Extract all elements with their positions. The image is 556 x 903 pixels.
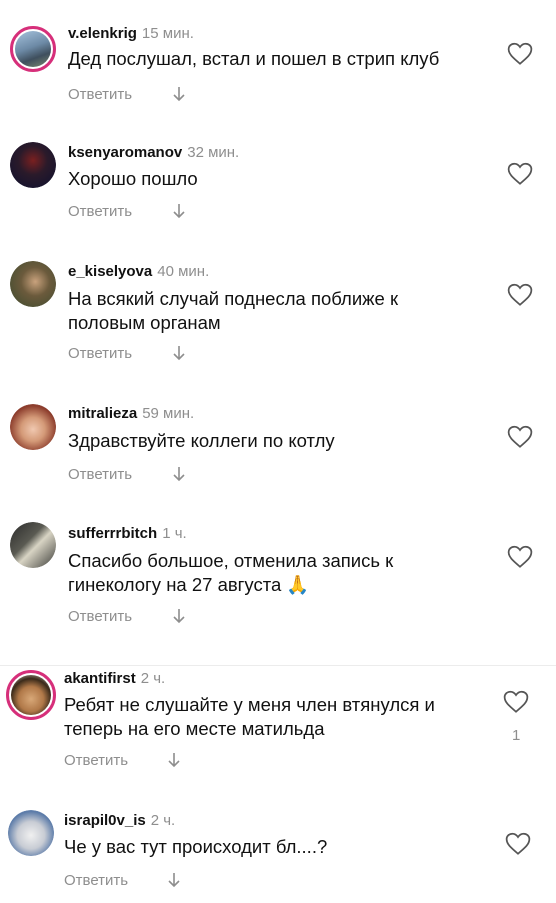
username[interactable]: israpil0v_is (64, 812, 146, 829)
avatar-room-icon[interactable] (10, 522, 56, 568)
arrow-down-icon[interactable] (172, 202, 186, 220)
comment-text: Спасибо большое, отменила запись к гинек… (68, 550, 394, 595)
comment-meta: mitralieza 59 мин. (68, 405, 194, 422)
section-divider (0, 665, 556, 666)
comment-text: Ребят не слушайте у меня член втянулся и… (64, 694, 435, 739)
avatar-person-icon[interactable] (10, 261, 56, 307)
heart-outline-icon[interactable] (507, 545, 533, 569)
avatar-landscape-icon[interactable] (10, 26, 56, 72)
comment-meta: akantifirst 2 ч. (64, 670, 165, 687)
comment-text: Че у вас тут происходит бл....? (64, 836, 328, 857)
username[interactable]: ksenyaromanov (68, 144, 182, 161)
arrow-down-icon[interactable] (172, 85, 186, 103)
comment-meta: e_kiselyova 40 мин. (68, 263, 209, 280)
avatar-car-icon[interactable] (8, 810, 54, 856)
comment-text: Здравствуйте коллеги по котлу (68, 430, 335, 451)
timestamp: 2 ч. (140, 670, 166, 687)
arrow-down-icon[interactable] (172, 344, 186, 362)
timestamp: 15 мин. (141, 25, 194, 42)
comment-text: На всякий случай поднесла поближе к поло… (68, 288, 399, 333)
arrow-down-icon[interactable] (167, 751, 181, 769)
username[interactable]: akantifirst (64, 670, 136, 687)
comment-text: Хорошо пошло (68, 168, 198, 189)
username[interactable]: sufferrrbitch (68, 525, 157, 542)
reply-button[interactable]: Ответить (68, 203, 132, 220)
reply-button[interactable]: Ответить (68, 466, 132, 483)
timestamp: 59 мин. (142, 405, 195, 422)
like-count: 1 (512, 727, 521, 744)
reply-button[interactable]: Ответить (64, 752, 128, 769)
timestamp: 32 мин. (187, 144, 240, 161)
comment-meta: israpil0v_is 2 ч. (64, 812, 175, 829)
timestamp: 1 ч. (162, 525, 187, 542)
avatar-girl-icon[interactable] (10, 404, 56, 450)
comment-meta: sufferrrbitch 1 ч. (68, 525, 187, 542)
heart-outline-icon[interactable] (507, 425, 533, 449)
comment-meta: ksenyaromanov 32 мин. (68, 144, 239, 161)
avatar-sunglasses-icon[interactable] (6, 670, 56, 720)
heart-outline-icon[interactable] (507, 42, 533, 66)
username[interactable]: e_kiselyova (68, 263, 152, 280)
reply-button[interactable]: Ответить (68, 345, 132, 362)
heart-outline-icon[interactable] (507, 162, 533, 186)
timestamp: 2 ч. (150, 812, 176, 829)
arrow-down-icon[interactable] (167, 871, 181, 889)
username[interactable]: mitralieza (68, 405, 137, 422)
heart-outline-icon[interactable] (507, 283, 533, 307)
arrow-down-icon[interactable] (172, 465, 186, 483)
comment-text: Дед послушал, встал и пошел в стрип клуб (68, 48, 440, 69)
heart-outline-icon[interactable] (503, 690, 529, 714)
reply-button[interactable]: Ответить (68, 608, 132, 625)
reply-button[interactable]: Ответить (68, 86, 132, 103)
arrow-down-icon[interactable] (172, 607, 186, 625)
avatar-dark-icon[interactable] (10, 142, 56, 188)
username[interactable]: v.elenkrig (68, 25, 137, 42)
comment-meta: v.elenkrig 15 мин. (68, 25, 194, 42)
heart-outline-icon[interactable] (505, 832, 531, 856)
reply-button[interactable]: Ответить (64, 872, 128, 889)
timestamp: 40 мин. (157, 263, 210, 280)
